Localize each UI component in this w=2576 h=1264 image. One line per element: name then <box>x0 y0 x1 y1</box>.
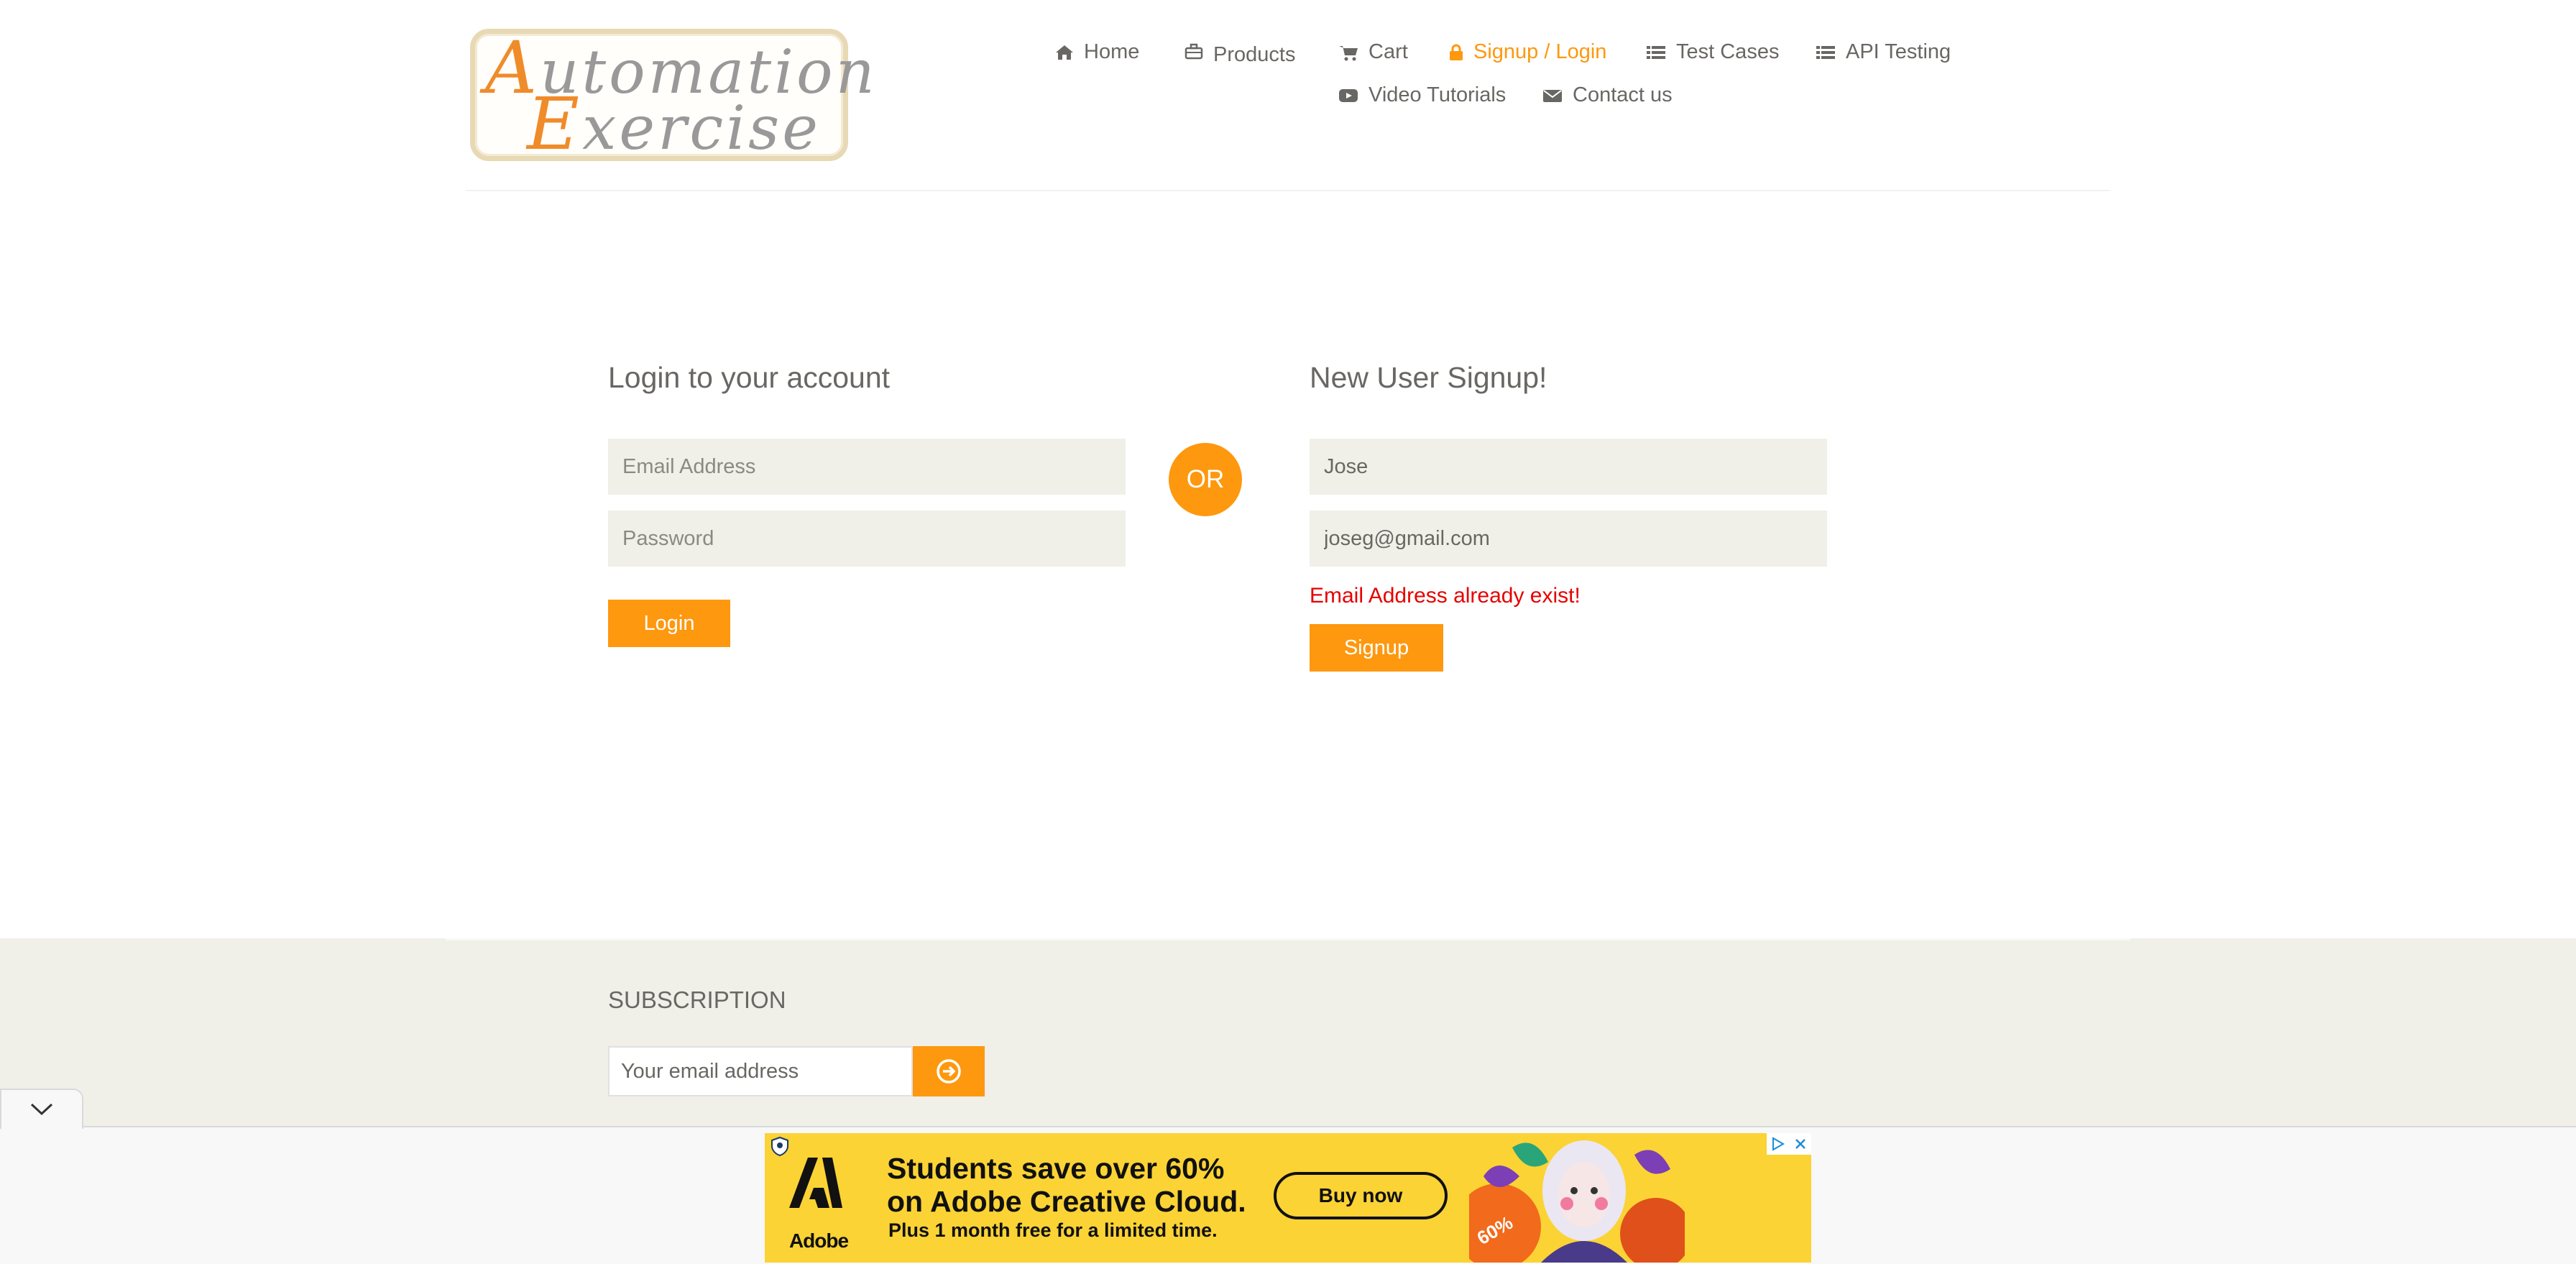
ad-illustration <box>1469 1140 1685 1263</box>
or-divider: OR <box>1169 443 1242 516</box>
nav-contact-us[interactable]: Contact us <box>1542 83 1673 107</box>
nav-signup-login-label: Signup / Login <box>1473 40 1607 63</box>
nav-cart[interactable]: Cart <box>1338 40 1408 64</box>
login-email-input[interactable] <box>608 439 1126 495</box>
adobe-logo: Adobe <box>786 1155 849 1252</box>
cart-icon <box>1339 45 1358 60</box>
ad-info-icon <box>1772 1137 1785 1151</box>
adobe-logo-text: Adobe <box>788 1229 849 1252</box>
envelope-icon <box>1543 89 1562 102</box>
nav-products-label: Products <box>1213 43 1296 66</box>
nav-video-tutorials[interactable]: Video Tutorials <box>1338 83 1506 107</box>
shield-icon <box>771 1136 788 1156</box>
adobe-logo-icon <box>789 1158 842 1208</box>
list-icon <box>1816 45 1835 59</box>
nav-products[interactable]: Products <box>1184 43 1295 67</box>
footer-divider <box>446 938 2130 940</box>
ad-buy-now-button[interactable]: Buy now <box>1274 1172 1448 1219</box>
ad-headline-line-2: on Adobe Creative Cloud. <box>887 1185 1246 1218</box>
nav-api-testing[interactable]: API Testing <box>1816 40 1951 64</box>
nav-test-cases-label: Test Cases <box>1676 40 1780 63</box>
signup-email-input[interactable] <box>1310 510 1827 567</box>
ad-collapse-toggle[interactable] <box>0 1089 83 1129</box>
nav-test-cases[interactable]: Test Cases <box>1646 40 1779 64</box>
footer <box>0 938 2576 1132</box>
nav-home-label: Home <box>1084 40 1140 63</box>
signup-error-message: Email Address already exist! <box>1310 584 1581 608</box>
close-icon <box>1795 1139 1806 1149</box>
subscription-title: SUBSCRIPTION <box>608 986 786 1013</box>
list-icon <box>1647 45 1665 59</box>
login-button[interactable]: Login <box>608 600 730 647</box>
subscribe-button[interactable] <box>913 1046 985 1096</box>
adobe-ad[interactable]: Adobe Students save over 60% on Adobe Cr… <box>765 1133 1811 1263</box>
ad-headline: Students save over 60% on Adobe Creative… <box>887 1152 1246 1218</box>
home-icon <box>1056 45 1073 60</box>
login-password-input[interactable] <box>608 510 1126 567</box>
nav-cart-label: Cart <box>1368 40 1408 63</box>
header-divider <box>466 190 2110 191</box>
signup-title: New User Signup! <box>1310 361 1547 394</box>
nav-video-tutorials-label: Video Tutorials <box>1368 83 1506 106</box>
youtube-play-icon <box>1339 88 1358 102</box>
nav-signup-login[interactable]: Signup / Login <box>1449 40 1606 64</box>
ad-headline-line-1: Students save over 60% <box>887 1152 1225 1185</box>
ad-subline: Plus 1 month free for a limited time. <box>888 1219 1218 1241</box>
signup-name-input[interactable] <box>1310 439 1827 495</box>
ad-choices[interactable] <box>1767 1133 1811 1155</box>
nav-api-testing-label: API Testing <box>1846 40 1951 63</box>
nav-home[interactable]: Home <box>1055 40 1139 64</box>
arrow-circle-right-icon <box>937 1059 961 1084</box>
nav-contact-us-label: Contact us <box>1573 83 1673 106</box>
login-title: Login to your account <box>608 361 891 394</box>
logo-line-2: Exercise <box>527 82 821 166</box>
signup-button[interactable]: Signup <box>1310 624 1443 672</box>
site-logo[interactable]: Automation Exercise <box>470 29 875 166</box>
briefcase-icon <box>1184 43 1203 59</box>
lock-icon <box>1450 44 1463 60</box>
subscription-email-input[interactable] <box>608 1046 913 1096</box>
chevron-down-icon <box>30 1103 53 1116</box>
